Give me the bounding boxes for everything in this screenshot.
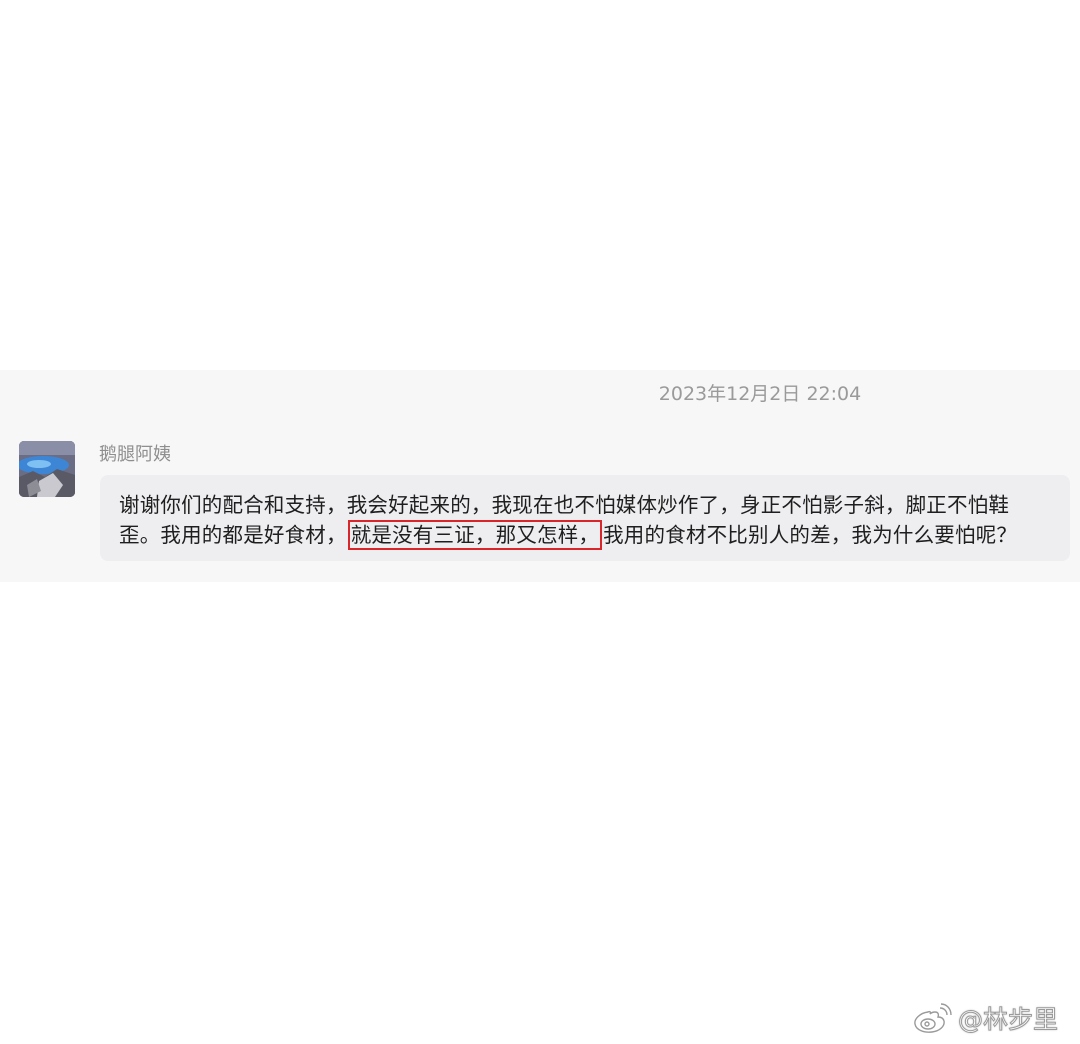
- watermark-text: @林步里: [957, 1005, 1059, 1035]
- sender-name: 鹅腿阿姨: [99, 444, 171, 465]
- screenshot-page: 2023年12月2日 22:04 鹅腿阿姨 谢谢你们的配合和支持，我会好起来的，…: [0, 0, 1080, 1044]
- message-text-line-1: 谢谢你们的配合和支持，我会好起来的，我现在也不怕媒体炒作了，身正不怕影子斜，脚正…: [119, 493, 1010, 517]
- message-text-line-2: 歪。我用的都是好食材， 就是没有三证，那又怎样， 我用的食材不比别人的差，我为什么要…: [119, 520, 1017, 550]
- avatar-image-icon: [19, 441, 75, 497]
- avatar[interactable]: [19, 441, 75, 497]
- watermark: @林步里: [912, 1001, 1059, 1035]
- message-timestamp: 2023年12月2日 22:04: [658, 383, 862, 405]
- highlighted-text-box: 就是没有三证，那又怎样，: [347, 520, 603, 550]
- message-text-segment: 我用的食材不比别人的差，我为什么要怕呢？: [603, 523, 1018, 547]
- message-text-segment: 歪。我用的都是好食材，: [119, 523, 347, 547]
- weibo-logo-icon: [914, 1003, 952, 1033]
